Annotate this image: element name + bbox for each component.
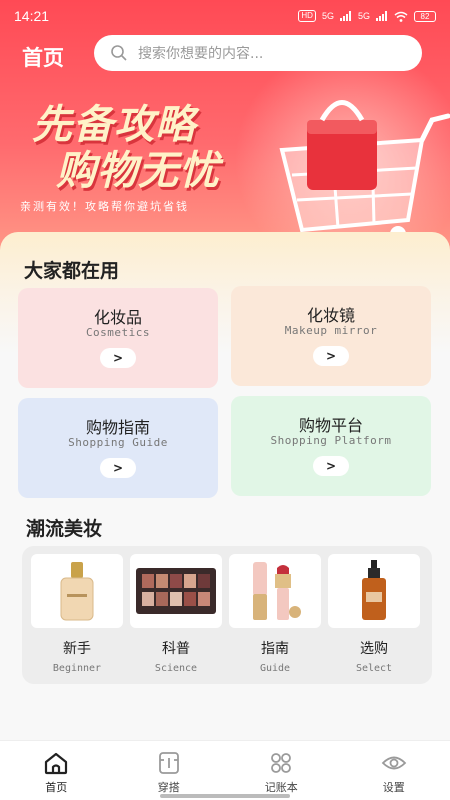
card-title: 购物平台 — [298, 416, 363, 435]
oil-bottle-image — [328, 554, 420, 628]
card-shopping-platform[interactable]: 购物平台 Shopping Platform > — [231, 396, 431, 496]
status-bar: 14:21 HD 5G 5G 82 — [0, 0, 450, 32]
beauty-item-subtitle: Science — [154, 663, 198, 674]
card-makeup-mirror[interactable]: 化妆镜 Makeup mirror > — [231, 286, 431, 386]
chevron-right-icon[interactable]: > — [100, 458, 136, 478]
home-indicator — [160, 794, 290, 798]
tab-label: 首页 — [45, 781, 68, 794]
card-subtitle: Shopping Platform — [270, 434, 392, 447]
status-time: 14:21 — [14, 8, 50, 24]
section-title-beauty: 潮流美妆 — [26, 518, 103, 540]
card-cosmetics[interactable]: 化妆品 Cosmetics > — [18, 288, 218, 388]
beauty-item-subtitle: Guide — [259, 663, 291, 674]
beauty-item-title: 指南 — [261, 641, 289, 657]
beauty-item-title: 选购 — [360, 641, 388, 657]
card-title: 购物指南 — [85, 418, 150, 437]
beauty-item-title: 新手 — [63, 641, 91, 657]
card-title: 化妆品 — [93, 308, 142, 327]
foundation-bottle-image — [31, 554, 123, 628]
eyeshadow-palette-image — [130, 554, 222, 628]
card-shopping-guide[interactable]: 购物指南 Shopping Guide > — [18, 398, 218, 498]
tab-label: 记账本 — [264, 781, 298, 794]
card-subtitle: Cosmetics — [85, 326, 151, 339]
beauty-item-subtitle: Beginner — [52, 663, 102, 674]
outfit-icon — [158, 752, 179, 774]
card-subtitle: Shopping Guide — [68, 436, 168, 449]
beauty-item-subtitle: Select — [355, 663, 393, 674]
tab-outfit[interactable]: 穿搭 — [113, 741, 226, 800]
settings-icon — [381, 756, 407, 770]
search-icon — [111, 45, 127, 61]
banner-subtitle: 亲测有效！攻略帮你避坑省钱 — [20, 200, 189, 213]
beauty-panel: 新手 Beginner 科普 Science 指南 Guide 选购 Selec… — [22, 546, 432, 684]
section-title-popular: 大家都在用 — [24, 260, 120, 282]
battery-icon: 82 — [414, 10, 436, 22]
home-icon — [45, 752, 68, 775]
status-icons: HD 5G 5G 82 — [298, 10, 436, 22]
card-subtitle: Makeup mirror — [284, 324, 378, 337]
beauty-item-select[interactable]: 选购 Select — [328, 554, 420, 674]
wifi-icon — [394, 11, 408, 22]
signal-icon-2 — [376, 11, 387, 21]
tab-ledger[interactable]: 记账本 — [225, 741, 338, 800]
card-title: 化妆镜 — [306, 306, 355, 325]
banner-slogan-line2: 购物无忧 — [56, 147, 220, 194]
network-label-2: 5G — [357, 11, 370, 21]
beauty-item-guide[interactable]: 指南 Guide — [229, 554, 321, 674]
beauty-item-science[interactable]: 科普 Science — [130, 554, 222, 674]
chevron-right-icon[interactable]: > — [313, 456, 349, 476]
lipstick-image — [229, 554, 321, 628]
hd-badge: HD — [298, 10, 316, 22]
search-bar[interactable]: 搜索你想要的内容... — [94, 35, 422, 71]
tab-label: 穿搭 — [157, 781, 180, 794]
beauty-item-title: 科普 — [162, 641, 190, 657]
shopping-cart-illustration — [279, 100, 450, 248]
page-title: 首页 — [22, 46, 64, 70]
search-input[interactable]: 搜索你想要的内容... — [138, 43, 263, 63]
bottom-tab-bar: 首页 穿搭 记账本 设置 — [0, 740, 450, 800]
tab-home[interactable]: 首页 — [0, 741, 113, 800]
tab-label: 设置 — [382, 781, 405, 794]
grid-icon — [271, 753, 292, 773]
chevron-right-icon[interactable]: > — [100, 348, 136, 368]
tab-settings[interactable]: 设置 — [338, 741, 450, 800]
beauty-item-beginner[interactable]: 新手 Beginner — [31, 554, 123, 674]
signal-icon — [339, 11, 351, 21]
network-label-1: 5G — [321, 11, 334, 21]
chevron-right-icon[interactable]: > — [313, 346, 349, 366]
